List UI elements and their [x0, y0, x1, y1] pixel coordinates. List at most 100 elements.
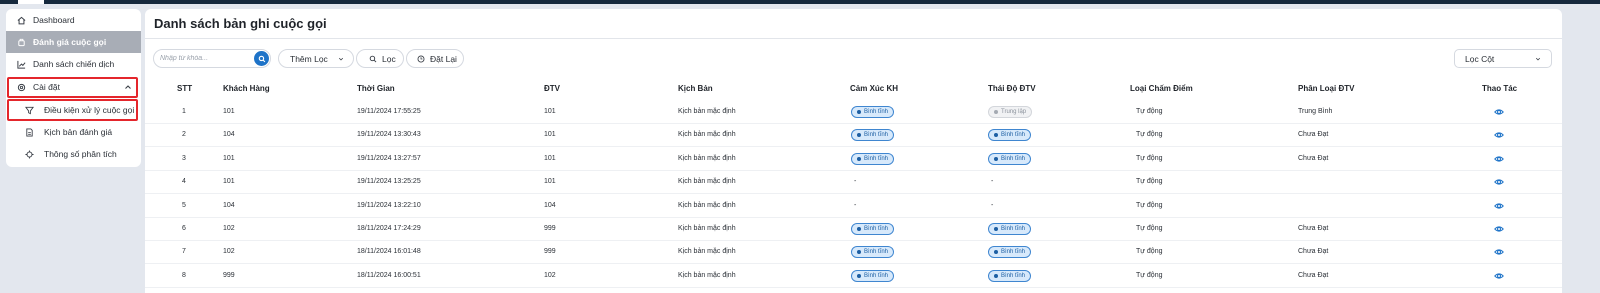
cell-stt: 7 — [182, 248, 186, 256]
search-icon — [258, 55, 265, 62]
view-icon[interactable] — [1494, 130, 1504, 140]
cell-agent: 101 — [544, 108, 556, 115]
table-row[interactable]: 6 102 18/11/2024 17:24:29 999 Kịch bản mặc đ… — [145, 218, 1562, 241]
cell-agent-class: Trung Bình — [1298, 108, 1333, 115]
status-dot — [994, 133, 998, 138]
table-row[interactable]: 8 999 18/11/2024 16:00:51 102 Kịch bản mặc đ… — [145, 264, 1562, 288]
emotion-label: Bình tĩnh — [864, 109, 889, 115]
view-icon[interactable] — [1494, 224, 1504, 234]
cell-script: Kịch bản mặc định — [678, 271, 736, 279]
table-row[interactable]: 2 104 19/11/2024 13:30:43 101 Kịch bản mặc đ… — [145, 124, 1562, 148]
cell-agent-class: Chưa Đạt — [1298, 225, 1329, 232]
cell-time: 18/11/2024 16:01:48 — [357, 248, 421, 256]
cell-agent-class: Chưa Đạt — [1298, 131, 1329, 139]
cell-agent-class: Chưa Đạt — [1298, 248, 1329, 256]
search-input[interactable] — [160, 52, 248, 65]
attitude-badge: Trung lập — [988, 106, 1033, 118]
search-button[interactable] — [254, 51, 269, 66]
table-row[interactable]: 4 101 19/11/2024 13:25:25 101 Kịch bản mặc đ… — [145, 171, 1562, 195]
table-row[interactable]: 7 102 18/11/2024 16:01:48 999 Kịch bản mặc đ… — [145, 241, 1562, 265]
attitude-badge: Bình tĩnh — [988, 223, 1032, 235]
cell-customer: 101 — [223, 108, 235, 115]
sidebar-item-dashboard[interactable]: Dashboard — [6, 9, 141, 31]
reset-label: Đặt Lại — [430, 53, 457, 64]
view-icon[interactable] — [1494, 271, 1504, 281]
cell-stt: 6 — [182, 225, 186, 232]
filter-button[interactable]: Lọc — [356, 49, 404, 68]
emotion-badge: Bình tĩnh — [851, 246, 895, 259]
cell-script: Kịch bản mặc định — [678, 154, 736, 162]
sidebar-item-review-scripts[interactable]: Kịch bản đánh giá — [6, 121, 141, 143]
emotion-badge: Bình tĩnh — [851, 129, 895, 142]
page-title: Danh sách bản ghi cuộc gọi — [154, 16, 327, 31]
cell-script: Kịch bản mặc định — [678, 248, 736, 256]
cell-stt: 3 — [182, 154, 186, 162]
top-bar — [0, 0, 1600, 4]
sidebar-item-campaigns[interactable]: Danh sách chiến dịch — [6, 53, 141, 75]
add-filter-button[interactable]: Thêm Lọc — [278, 49, 354, 68]
sidebar-item-label: Kịch bản đánh giá — [44, 127, 113, 137]
view-icon[interactable] — [1494, 177, 1504, 187]
attitude-badge: Bình tĩnh — [988, 269, 1032, 282]
filter-label: Lọc — [382, 53, 396, 64]
cell-agent: 101 — [544, 131, 556, 139]
cell-score-type: Tự động — [1136, 131, 1163, 139]
cell-score-type: Tự động — [1136, 201, 1163, 209]
cell-customer: 102 — [223, 248, 235, 256]
column-filter-select[interactable]: Lọc Cột — [1454, 49, 1552, 68]
status-dot — [857, 250, 861, 255]
view-icon[interactable] — [1494, 154, 1504, 164]
view-icon[interactable] — [1494, 247, 1504, 257]
cell-stt: 5 — [182, 201, 186, 209]
cell-customer: 999 — [223, 271, 235, 279]
view-icon[interactable] — [1494, 107, 1504, 117]
attitude-label: Bình tĩnh — [1001, 272, 1026, 279]
attitude-label: Bình tĩnh — [1001, 226, 1026, 232]
emotion-label: Bình tĩnh — [864, 249, 889, 256]
highlight-settings — [7, 77, 138, 98]
cell-score-type: Tự động — [1136, 178, 1163, 186]
view-icon[interactable] — [1494, 201, 1504, 211]
cell-agent: 104 — [544, 201, 556, 209]
cell-customer: 101 — [223, 178, 235, 186]
column-header: Thái Độ ĐTV — [988, 84, 1036, 93]
add-filter-label: Thêm Lọc — [290, 53, 328, 64]
sidebar-item-analysis-params[interactable]: Thông số phân tích — [6, 143, 141, 165]
table-row[interactable]: 3 101 19/11/2024 13:27:57 101 Kịch bản mặc đ… — [145, 148, 1562, 171]
status-dot — [994, 273, 998, 278]
column-header: STT — [177, 84, 193, 93]
column-header: Loại Chấm Điểm — [1130, 84, 1193, 93]
table-row[interactable]: 5 104 19/11/2024 13:22:10 104 Kịch bản mặc đ… — [145, 195, 1562, 218]
status-dot — [994, 250, 998, 255]
table-row[interactable]: 1 101 19/11/2024 17:55:25 101 Kịch bản mặc đ… — [145, 101, 1562, 124]
search-box — [153, 49, 271, 68]
cell-emotion: - — [854, 178, 857, 186]
status-dot — [994, 156, 998, 161]
emotion-label: Bình tĩnh — [864, 132, 889, 139]
cell-score-type: Tự động — [1136, 225, 1163, 232]
cell-time: 19/11/2024 13:25:25 — [357, 178, 421, 186]
cell-attitude: - — [991, 201, 994, 209]
table-header: STT Khách Hàng Thời Gian ĐTV Kịch Bản Cả… — [145, 79, 1562, 99]
cell-score-type: Tự động — [1136, 248, 1163, 256]
attitude-label: Bình tĩnh — [1001, 155, 1026, 162]
cell-stt: 1 — [182, 108, 186, 115]
cell-attitude: - — [991, 178, 994, 186]
status-dot — [857, 156, 861, 161]
cell-score-type: Tự động — [1136, 108, 1163, 115]
cell-time: 19/11/2024 13:22:10 — [357, 201, 421, 209]
sidebar-item-call-review[interactable]: Đánh giá cuộc gọi — [6, 31, 141, 53]
attitude-label: Bình tĩnh — [1001, 132, 1026, 139]
emotion-label: Bình tĩnh — [864, 272, 889, 279]
cell-script: Kịch bản mặc định — [678, 108, 736, 115]
emotion-label: Bình tĩnh — [864, 226, 889, 232]
cell-agent: 101 — [544, 154, 556, 162]
column-header: ĐTV — [544, 84, 560, 93]
cell-emotion: - — [854, 201, 857, 209]
sidebar-item-label: Danh sách chiến dịch — [33, 59, 115, 69]
search-icon — [368, 54, 378, 64]
chevron-down-icon — [1535, 57, 1541, 61]
attitude-label: Trung lập — [1001, 109, 1027, 115]
reset-button[interactable]: Đặt Lại — [406, 49, 464, 68]
cell-customer: 104 — [223, 201, 235, 209]
